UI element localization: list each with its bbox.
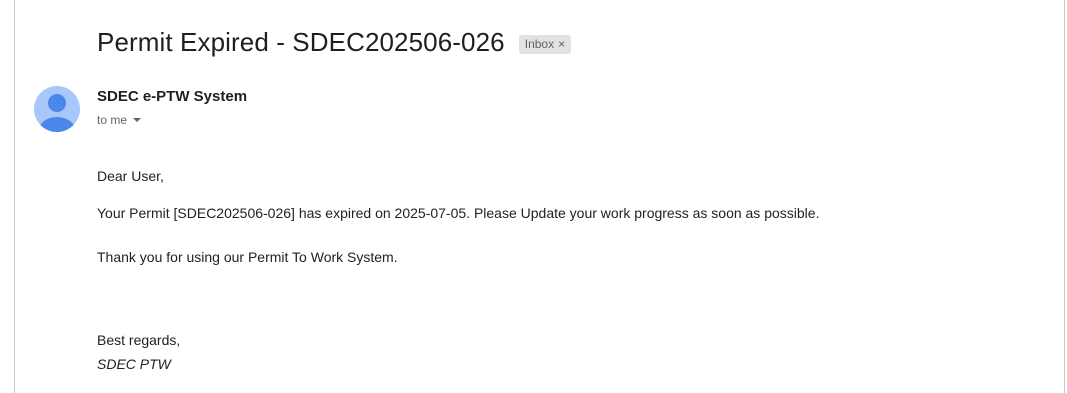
remove-label-icon[interactable]: ×: [558, 37, 565, 51]
inbox-label-chip[interactable]: Inbox ×: [518, 34, 572, 54]
sender-avatar[interactable]: [34, 86, 80, 132]
email-greeting: Dear User,: [97, 168, 164, 184]
sender-name[interactable]: SDEC e-PTW System: [97, 88, 247, 105]
email-closing: Best regards,: [97, 332, 181, 348]
email-view: Permit Expired - SDEC202506-026 Inbox × …: [0, 0, 1067, 393]
person-icon: [39, 94, 75, 132]
right-divider: [1064, 0, 1065, 393]
caret-down-icon[interactable]: [133, 118, 142, 122]
email-message: Your Permit [SDEC202506-026] has expired…: [97, 205, 820, 221]
label-text: Inbox: [524, 37, 555, 51]
recipient-text: to me: [97, 113, 128, 127]
email-thanks: Thank you for using our Permit To Work S…: [97, 249, 398, 265]
recipient-details-toggle[interactable]: to me: [97, 113, 142, 127]
left-divider: [14, 0, 15, 393]
email-subject: Permit Expired - SDEC202506-026: [97, 26, 505, 57]
subject-row: Permit Expired - SDEC202506-026 Inbox ×: [97, 20, 572, 64]
email-signature: SDEC PTW: [97, 356, 171, 372]
